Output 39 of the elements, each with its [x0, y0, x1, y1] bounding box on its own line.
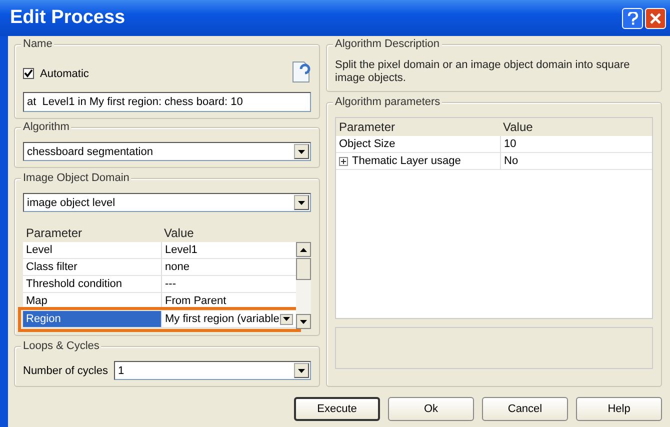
table-cell[interactable]: none	[165, 260, 190, 274]
table-cell[interactable]: Thematic Layer usage	[352, 154, 461, 168]
dropdown-field[interactable]: 1	[114, 361, 311, 380]
column-header: Value	[500, 118, 652, 136]
dialog-button[interactable]: Cancel	[482, 397, 568, 421]
dialog-button[interactable]: Help	[576, 397, 662, 421]
close-icon[interactable]	[645, 8, 666, 28]
scroll-up-icon[interactable]	[296, 242, 311, 257]
table-cell[interactable]: Level	[23, 242, 161, 259]
table-cell[interactable]: 10	[504, 137, 516, 151]
table-cell[interactable]: Level1	[165, 243, 198, 257]
checkbox[interactable]	[23, 68, 34, 79]
description-text: Split the pixel domain or an image object domain into square image objects.	[335, 59, 631, 85]
help-icon[interactable]	[622, 8, 643, 28]
scroll-down-icon[interactable]	[296, 314, 311, 329]
dialog-button[interactable]: Execute	[294, 397, 380, 421]
table-cell[interactable]: Object Size	[339, 137, 396, 151]
group-label: Loops & Cycles	[21, 340, 102, 352]
dialog-button[interactable]: Ok	[388, 397, 474, 421]
window-title: Edit Process	[10, 7, 126, 29]
group-label: Algorithm parameters	[333, 96, 442, 108]
group-label: Name	[21, 38, 54, 50]
dropdown-field[interactable]: chessboard segmentation	[23, 142, 311, 161]
field-label: Number of cycles	[23, 364, 108, 376]
scrollbar[interactable]	[296, 242, 311, 329]
table-cell[interactable]: Region	[23, 311, 161, 328]
group-label: Algorithm Description	[333, 38, 442, 50]
dropdown-field[interactable]: image object level	[23, 193, 311, 212]
table-cell[interactable]: Class filter	[23, 259, 161, 276]
table-cell[interactable]: No	[504, 154, 518, 168]
table-cell[interactable]: ---	[165, 277, 176, 291]
scroll-thumb[interactable]	[296, 258, 311, 280]
group-label: Algorithm	[21, 121, 72, 133]
column-header: Parameter	[336, 118, 500, 136]
checkbox-label: Automatic	[40, 68, 89, 80]
table-cell[interactable]: Threshold condition	[23, 276, 161, 293]
expand-icon[interactable]	[339, 156, 348, 166]
group-label: Image Object Domain	[21, 172, 132, 184]
name-field[interactable]: at Level1 in My first region: chess board: 10	[23, 92, 311, 112]
